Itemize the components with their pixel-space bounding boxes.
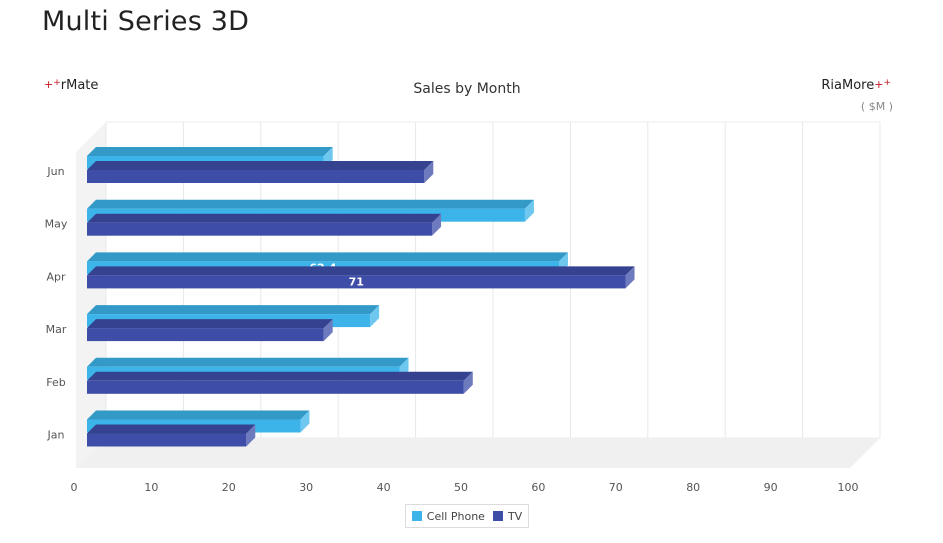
bar-top-tv [87,424,256,434]
y-category-label: Apr [46,270,66,283]
legend-item-tv[interactable]: TV [492,509,523,523]
x-tick-label: 40 [377,481,391,494]
bar-top-tv [87,371,473,381]
bar-tv [87,380,464,394]
bar-top-cell-phone [87,147,333,156]
legend-swatch-cell-phone [411,511,422,521]
bar-tv [87,433,247,447]
bar-top-cell-phone [87,199,534,209]
bar-top-cell-phone [87,410,310,420]
chart-legend: Cell Phone TV [405,504,529,528]
legend-swatch-tv [492,511,503,521]
bar-top-cell-phone [87,252,568,262]
chart-plot-area: 0102030405060708090100JanFebMarApr62.471… [45,121,881,494]
legend-label-tv: TV [507,509,523,523]
legend-label-cell-phone: Cell Phone [426,509,485,523]
x-tick-label: 30 [299,481,313,494]
bar-top-tv [87,161,434,170]
bar-top-tv [87,319,333,329]
bar-tv [87,328,324,342]
legend-item-cell-phone[interactable]: Cell Phone [411,509,485,523]
x-tick-label: 70 [609,481,623,494]
y-category-label: Jan [47,429,65,442]
bar-top-tv [87,213,442,223]
y-category-label: Feb [46,376,65,389]
x-tick-label: 80 [686,481,700,494]
x-tick-label: 100 [838,481,859,494]
x-tick-label: 20 [222,481,236,494]
y-category-label: May [45,218,68,231]
x-tick-label: 10 [144,481,158,494]
x-tick-label: 0 [71,481,78,494]
bar-top-cell-phone [87,357,409,367]
bar-tv [87,222,433,236]
x-tick-label: 90 [764,481,778,494]
bar-tv [87,170,425,183]
data-label: 71 [349,275,364,288]
x-tick-label: 60 [531,481,545,494]
y-category-label: Jun [46,165,64,178]
bar-top-tv [87,266,635,276]
y-category-label: Mar [46,323,67,336]
bar-top-cell-phone [87,305,380,315]
x-tick-label: 50 [454,481,468,494]
